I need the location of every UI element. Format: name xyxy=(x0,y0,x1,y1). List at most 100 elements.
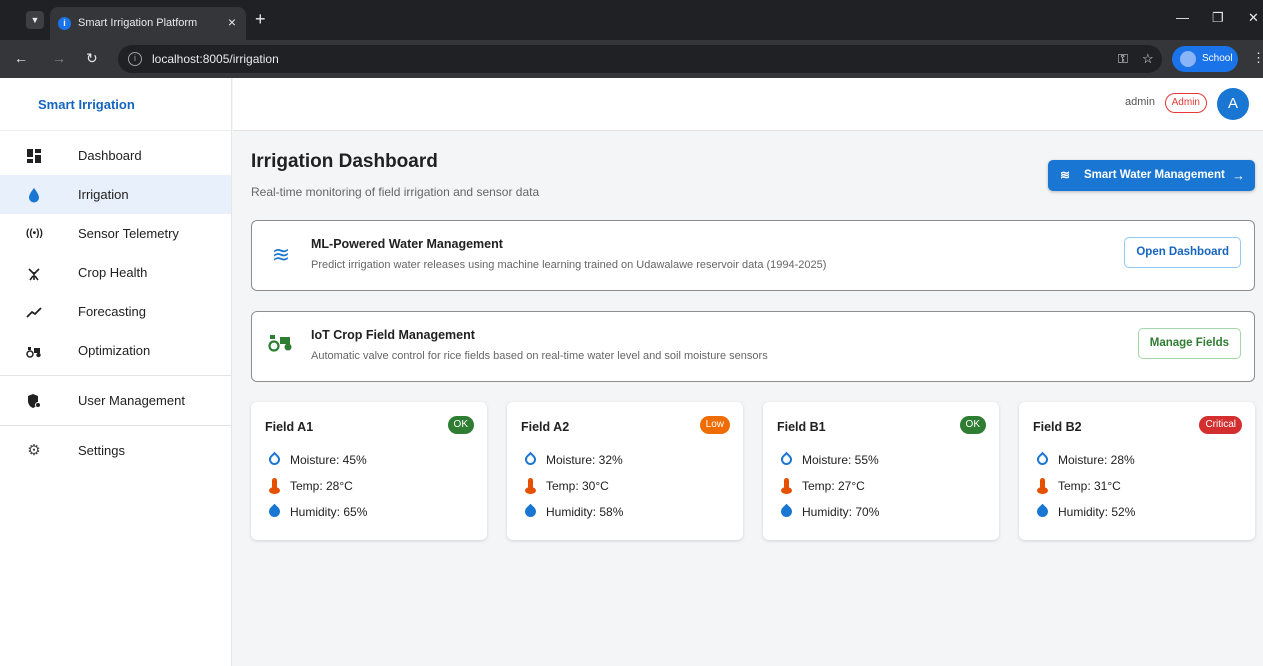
sidebar-item-settings[interactable]: ⚙ Settings xyxy=(0,431,231,470)
sidebar-item-label: Settings xyxy=(78,443,125,458)
temperature-metric: Temp: 30°C xyxy=(522,478,609,494)
manage-fields-button[interactable]: Manage Fields xyxy=(1137,328,1241,359)
card-description: Predict irrigation water releases using … xyxy=(311,259,827,271)
smart-water-management-button[interactable]: ≋ Smart Water Management → xyxy=(1048,160,1255,191)
app-header: admin Admin A xyxy=(233,78,1263,131)
profile-label: School xyxy=(1202,53,1233,64)
tractor-icon xyxy=(26,343,42,359)
sidebar-item-irrigation[interactable]: Irrigation xyxy=(0,175,231,214)
browser-tab-bar: ▼ i Smart Irrigation Platform × + — ❐ ✕ xyxy=(0,0,1263,40)
window-close-icon[interactable]: ✕ xyxy=(1248,10,1259,26)
temperature-metric: Temp: 27°C xyxy=(778,478,865,494)
status-badge: OK xyxy=(447,416,474,434)
ml-water-management-card: ≋ ML-Powered Water Management Predict ir… xyxy=(251,220,1255,291)
field-name: Field A1 xyxy=(265,420,314,434)
sidebar-item-label: User Management xyxy=(78,393,185,408)
arrow-right-icon: → xyxy=(1232,168,1245,183)
water-drop-outline-icon xyxy=(778,451,795,468)
sidebar-item-forecasting[interactable]: Forecasting xyxy=(0,292,231,331)
admin-shield-icon xyxy=(26,393,42,409)
card-description: Automatic valve control for rice fields … xyxy=(311,350,768,362)
humidity-metric: Humidity: 52% xyxy=(1034,503,1135,520)
sidebar-item-dashboard[interactable]: Dashboard xyxy=(0,136,231,175)
status-badge: Critical xyxy=(1199,416,1242,434)
site-info-icon[interactable]: i xyxy=(128,52,142,66)
username: admin xyxy=(1125,96,1155,108)
sensors-icon: ((•)) xyxy=(26,228,43,239)
sidebar-item-user-management[interactable]: User Management xyxy=(0,381,231,420)
app-brand[interactable]: Smart Irrigation xyxy=(0,78,231,131)
url-text: localhost:8005/irrigation xyxy=(152,52,279,66)
tractor-icon xyxy=(266,331,296,361)
sidebar-item-label: Crop Health xyxy=(78,265,148,280)
water-drop-outline-icon xyxy=(1034,451,1051,468)
gear-icon: ⚙ xyxy=(27,442,41,459)
thermometer-icon xyxy=(522,478,538,494)
page-subtitle: Real-time monitoring of field irrigation… xyxy=(251,185,540,199)
profile-avatar-icon xyxy=(1180,51,1196,67)
moisture-metric: Moisture: 55% xyxy=(778,451,879,468)
thermometer-icon xyxy=(266,478,282,494)
forward-icon[interactable]: → xyxy=(52,50,66,66)
bookmark-star-icon[interactable]: ☆ xyxy=(1142,51,1154,67)
browser-menu-icon[interactable]: ⋮ xyxy=(1252,50,1263,66)
sidebar-item-label: Optimization xyxy=(78,343,151,358)
info-favicon-icon: i xyxy=(58,17,71,30)
tab-search-chevron-icon[interactable]: ▼ xyxy=(26,11,44,29)
password-key-icon[interactable]: ⚿ xyxy=(1118,51,1128,67)
dashboard-icon xyxy=(26,148,42,164)
card-title: IoT Crop Field Management xyxy=(311,328,475,342)
humidity-metric: Humidity: 58% xyxy=(522,503,623,520)
waves-icon: ≋ xyxy=(1060,168,1071,182)
sidebar-item-crop-health[interactable]: Crop Health xyxy=(0,253,231,292)
minimize-icon[interactable]: — xyxy=(1176,10,1189,25)
moisture-metric: Moisture: 32% xyxy=(522,451,623,468)
button-label: Smart Water Management xyxy=(1084,169,1225,181)
water-drop-icon xyxy=(26,187,42,203)
sidebar-nav: Dashboard Irrigation ((•)) Sensor Teleme… xyxy=(0,131,231,470)
card-title: ML-Powered Water Management xyxy=(311,237,503,251)
field-name: Field A2 xyxy=(521,420,570,434)
browser-tab[interactable]: i Smart Irrigation Platform × xyxy=(50,7,246,40)
thermometer-icon xyxy=(778,478,794,494)
water-drop-icon xyxy=(522,503,539,520)
temperature-metric: Temp: 31°C xyxy=(1034,478,1121,494)
field-card[interactable]: Field B2 Critical Moisture: 28% Temp: 31… xyxy=(1019,402,1255,540)
moisture-metric: Moisture: 28% xyxy=(1034,451,1135,468)
sidebar-item-label: Dashboard xyxy=(78,148,142,163)
field-name: Field B2 xyxy=(1033,420,1082,434)
address-bar[interactable]: i localhost:8005/irrigation ⚿ ☆ xyxy=(118,45,1162,73)
field-card[interactable]: Field B1 OK Moisture: 55% Temp: 27°C Hum… xyxy=(763,402,999,540)
restore-icon[interactable]: ❐ xyxy=(1212,10,1224,26)
sidebar-item-optimization[interactable]: Optimization xyxy=(0,331,231,370)
water-drop-icon xyxy=(266,503,283,520)
field-card[interactable]: Field A1 OK Moisture: 45% Temp: 28°C Hum… xyxy=(251,402,487,540)
profile-button[interactable]: School xyxy=(1172,46,1238,72)
thermometer-icon xyxy=(1034,478,1050,494)
new-tab-icon[interactable]: + xyxy=(255,9,266,30)
sidebar-divider xyxy=(0,425,231,426)
temperature-metric: Temp: 28°C xyxy=(266,478,353,494)
water-drop-icon xyxy=(1034,503,1051,520)
avatar[interactable]: A xyxy=(1217,88,1249,120)
open-dashboard-button[interactable]: Open Dashboard xyxy=(1124,237,1241,268)
role-badge: Admin xyxy=(1164,93,1207,113)
water-drop-outline-icon xyxy=(266,451,283,468)
sidebar-item-label: Sensor Telemetry xyxy=(78,226,179,241)
water-drop-outline-icon xyxy=(522,451,539,468)
waves-icon: ≋ xyxy=(271,242,291,267)
field-card[interactable]: Field A2 Low Moisture: 32% Temp: 30°C Hu… xyxy=(507,402,743,540)
trend-icon xyxy=(26,304,42,320)
sidebar-item-sensor-telemetry[interactable]: ((•)) Sensor Telemetry xyxy=(0,214,231,253)
browser-toolbar: ← → ↻ i localhost:8005/irrigation ⚿ ☆ Sc… xyxy=(0,40,1263,78)
humidity-metric: Humidity: 70% xyxy=(778,503,879,520)
moisture-metric: Moisture: 45% xyxy=(266,451,367,468)
back-icon[interactable]: ← xyxy=(14,50,28,66)
status-badge: Low xyxy=(699,416,730,434)
status-badge: OK xyxy=(959,416,986,434)
crop-icon xyxy=(26,265,42,281)
close-tab-icon[interactable]: × xyxy=(228,14,236,30)
tab-title: Smart Irrigation Platform xyxy=(78,17,198,29)
page-title: Irrigation Dashboard xyxy=(251,151,438,172)
reload-icon[interactable]: ↻ xyxy=(86,50,98,67)
